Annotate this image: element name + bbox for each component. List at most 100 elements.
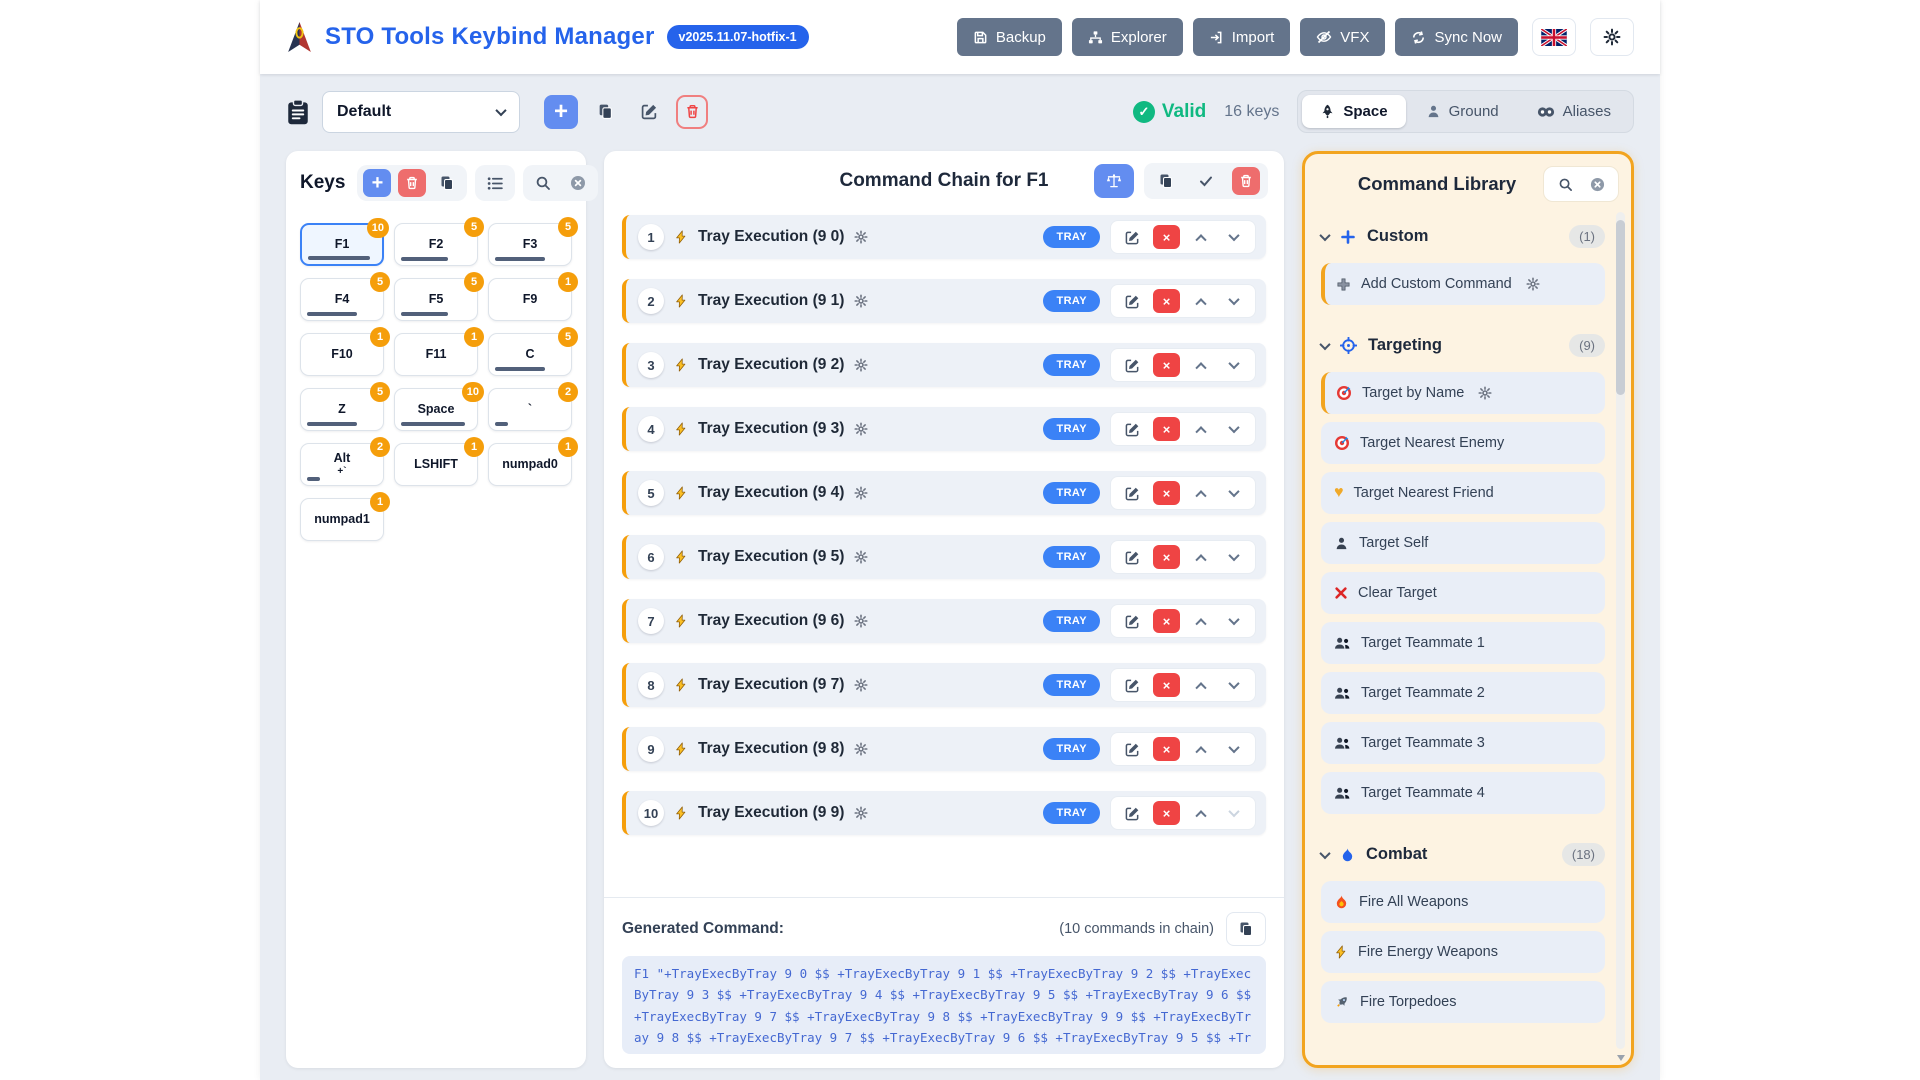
- edit-command-button[interactable]: [1120, 545, 1144, 569]
- delete-key-button[interactable]: [398, 169, 426, 197]
- move-down-button[interactable]: [1222, 609, 1246, 633]
- key-card[interactable]: Alt +` 2: [300, 443, 384, 486]
- key-card[interactable]: numpad1 1: [300, 498, 384, 541]
- profile-select[interactable]: Default: [322, 91, 520, 133]
- edit-command-button[interactable]: [1120, 737, 1144, 761]
- scroll-down-arrow[interactable]: [1617, 1055, 1625, 1061]
- sync-now-button[interactable]: Sync Now: [1395, 18, 1518, 56]
- gear-icon[interactable]: [854, 614, 868, 628]
- key-card[interactable]: numpad0 1: [488, 443, 572, 486]
- move-down-button[interactable]: [1222, 225, 1246, 249]
- stabilize-chain-button[interactable]: [1094, 164, 1134, 198]
- validate-chain-button[interactable]: [1192, 167, 1220, 195]
- clone-profile-button[interactable]: [588, 95, 622, 129]
- move-down-button[interactable]: [1222, 545, 1246, 569]
- gear-icon[interactable]: [854, 230, 868, 244]
- clear-search-button[interactable]: [564, 169, 592, 197]
- gear-icon[interactable]: [1526, 277, 1540, 291]
- library-command-item[interactable]: Target Teammate 4: [1321, 772, 1605, 814]
- language-flag-button[interactable]: [1532, 18, 1576, 56]
- move-up-button[interactable]: [1189, 417, 1213, 441]
- library-command-item[interactable]: Fire Torpedoes: [1321, 981, 1605, 1023]
- key-card[interactable]: F11 1: [394, 333, 478, 376]
- clear-chain-button[interactable]: [1232, 167, 1260, 195]
- copy-generated-command-button[interactable]: [1226, 912, 1266, 946]
- gear-icon[interactable]: [854, 550, 868, 564]
- library-command-item[interactable]: Target Teammate 3: [1321, 722, 1605, 764]
- key-card[interactable]: Z 5: [300, 388, 384, 431]
- move-up-button[interactable]: [1189, 545, 1213, 569]
- library-command-item[interactable]: Add Custom Command: [1321, 263, 1605, 305]
- move-up-button[interactable]: [1189, 737, 1213, 761]
- library-command-item[interactable]: ♥ Target Nearest Friend: [1321, 472, 1605, 514]
- gear-icon[interactable]: [854, 806, 868, 820]
- gear-icon[interactable]: [854, 294, 868, 308]
- delete-command-button[interactable]: ×: [1153, 353, 1180, 377]
- move-down-button[interactable]: [1222, 737, 1246, 761]
- edit-command-button[interactable]: [1120, 481, 1144, 505]
- delete-command-button[interactable]: ×: [1153, 289, 1180, 313]
- generated-command-text[interactable]: F1 "+TrayExecByTray 9 0 $$ +TrayExecByTr…: [622, 956, 1266, 1054]
- move-up-button[interactable]: [1189, 481, 1213, 505]
- delete-command-button[interactable]: ×: [1153, 737, 1180, 761]
- library-section-header[interactable]: Combat (18): [1321, 828, 1605, 879]
- explorer-button[interactable]: Explorer: [1072, 18, 1183, 56]
- gear-icon[interactable]: [854, 358, 868, 372]
- delete-command-button[interactable]: ×: [1153, 545, 1180, 569]
- key-card[interactable]: F4 5: [300, 278, 384, 321]
- copy-chain-button[interactable]: [1152, 167, 1180, 195]
- edit-command-button[interactable]: [1120, 801, 1144, 825]
- move-up-button[interactable]: [1189, 609, 1213, 633]
- move-up-button[interactable]: [1189, 673, 1213, 697]
- key-list-view-button[interactable]: [481, 169, 509, 197]
- command-row[interactable]: 1 Tray Execution (9 0) TRAY ×: [622, 215, 1266, 259]
- command-row[interactable]: 7 Tray Execution (9 6) TRAY ×: [622, 599, 1266, 643]
- key-card[interactable]: ` 2: [488, 388, 572, 431]
- search-keys-button[interactable]: [529, 169, 557, 197]
- delete-command-button[interactable]: ×: [1153, 225, 1180, 249]
- library-section-header[interactable]: Custom (1): [1321, 210, 1605, 261]
- key-card[interactable]: Space 10: [394, 388, 478, 431]
- edit-command-button[interactable]: [1120, 225, 1144, 249]
- edit-command-button[interactable]: [1120, 289, 1144, 313]
- move-up-button[interactable]: [1189, 225, 1213, 249]
- search-library-button[interactable]: [1554, 173, 1576, 195]
- move-up-button[interactable]: [1189, 801, 1213, 825]
- command-row[interactable]: 10 Tray Execution (9 9) TRAY ×: [622, 791, 1266, 835]
- import-button[interactable]: Import: [1193, 18, 1291, 56]
- mode-tab-ground[interactable]: Ground: [1408, 95, 1517, 128]
- key-card[interactable]: LSHIFT 1: [394, 443, 478, 486]
- key-card[interactable]: F1 10: [300, 223, 384, 266]
- library-command-item[interactable]: Target Self: [1321, 522, 1605, 564]
- move-down-button[interactable]: [1222, 353, 1246, 377]
- key-card[interactable]: F2 5: [394, 223, 478, 266]
- delete-command-button[interactable]: ×: [1153, 673, 1180, 697]
- add-profile-button[interactable]: +: [544, 95, 578, 129]
- move-up-button[interactable]: [1189, 353, 1213, 377]
- delete-command-button[interactable]: ×: [1153, 417, 1180, 441]
- gear-icon[interactable]: [854, 422, 868, 436]
- library-command-item[interactable]: Target by Name: [1321, 372, 1605, 414]
- command-row[interactable]: 8 Tray Execution (9 7) TRAY ×: [622, 663, 1266, 707]
- delete-command-button[interactable]: ×: [1153, 609, 1180, 633]
- command-row[interactable]: 5 Tray Execution (9 4) TRAY ×: [622, 471, 1266, 515]
- library-command-item[interactable]: Target Teammate 2: [1321, 672, 1605, 714]
- command-row[interactable]: 9 Tray Execution (9 8) TRAY ×: [622, 727, 1266, 771]
- clear-library-search-button[interactable]: [1586, 173, 1608, 195]
- move-down-button[interactable]: [1222, 801, 1246, 825]
- key-card[interactable]: F5 5: [394, 278, 478, 321]
- gear-icon[interactable]: [854, 486, 868, 500]
- move-down-button[interactable]: [1222, 417, 1246, 441]
- edit-profile-button[interactable]: [632, 95, 666, 129]
- key-card[interactable]: F3 5: [488, 223, 572, 266]
- move-down-button[interactable]: [1222, 481, 1246, 505]
- mode-tab-aliases[interactable]: Aliases: [1519, 95, 1629, 128]
- gear-icon[interactable]: [854, 678, 868, 692]
- gear-icon[interactable]: [854, 742, 868, 756]
- command-row[interactable]: 4 Tray Execution (9 3) TRAY ×: [622, 407, 1266, 451]
- library-command-item[interactable]: Fire All Weapons: [1321, 881, 1605, 923]
- move-up-button[interactable]: [1189, 289, 1213, 313]
- duplicate-key-button[interactable]: [433, 169, 461, 197]
- command-row[interactable]: 3 Tray Execution (9 2) TRAY ×: [622, 343, 1266, 387]
- edit-command-button[interactable]: [1120, 673, 1144, 697]
